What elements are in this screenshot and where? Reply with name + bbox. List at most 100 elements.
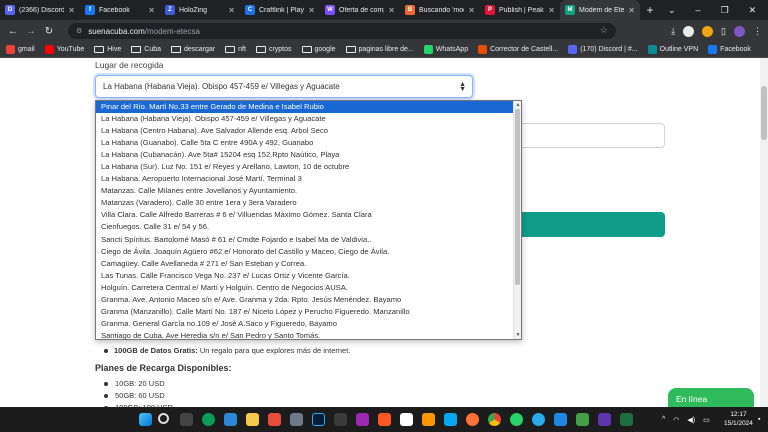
new-tab-button[interactable]: + (642, 3, 658, 17)
browser-tab[interactable]: M Modem de Etec ✕ (560, 0, 640, 20)
app-icon[interactable] (246, 413, 259, 426)
sidepanel-icon[interactable]: ▯ (721, 26, 726, 37)
pickup-option[interactable]: La Habana. Aeropuerto Internacional José… (96, 173, 521, 185)
bookmark-item[interactable]: WhatsApp (423, 45, 468, 54)
pickup-option[interactable]: Matanzas. Calle Milanes entre Jovellanos… (96, 185, 521, 197)
browser-tab[interactable]: D (2366) Discord | ✕ (0, 0, 80, 20)
browser-tab[interactable]: B Buscando 'mod ✕ (400, 0, 480, 20)
pickup-option[interactable]: Granma (Manzanillo). Calle Martí No. 187… (96, 306, 521, 318)
app-icon[interactable] (444, 413, 457, 426)
notifications-icon[interactable]: ▪ (758, 407, 760, 432)
restore-icon[interactable]: ❐ (721, 5, 729, 16)
pickup-option[interactable]: La Habana (Guanabo). Calle 5ta C entre 4… (96, 137, 521, 149)
address-bar[interactable]: ⚙ suenacuba.com/modem-etecsa ☆ (68, 23, 616, 39)
reload-icon[interactable]: ↻ (40, 26, 58, 37)
browser-tab[interactable]: f Facebook ✕ (80, 0, 160, 20)
app-icon[interactable] (576, 413, 589, 426)
extension-icon[interactable] (683, 25, 695, 37)
pickup-option[interactable]: Ciego de Ávila. Joaquín Agüero #62 e/ Ho… (96, 246, 521, 258)
chrome-icon[interactable] (488, 413, 501, 426)
pickup-option[interactable]: Holguín. Carretera Central e/ Martí y Ho… (96, 282, 521, 294)
options-scrollbar-thumb[interactable] (515, 109, 520, 285)
volume-icon[interactable]: ◀) (687, 416, 695, 424)
pickup-option[interactable]: Granma. General García no.109 e/ José A.… (96, 318, 521, 330)
pickup-option[interactable]: Cienfuegos. Calle 31 e/ 54 y 56. (96, 221, 521, 233)
close-window-icon[interactable]: ✕ (749, 5, 757, 16)
app-icon[interactable] (356, 413, 369, 426)
profile-avatar[interactable] (734, 25, 745, 37)
bookmark-item[interactable]: (170) Discord | #... (568, 45, 638, 54)
pickup-option[interactable]: La Habana (Sur). Luz No. 151 e/ Reyes y … (96, 161, 521, 173)
bookmark-item[interactable]: google (301, 46, 336, 53)
bookmark-item[interactable]: paginas libre de... (345, 46, 414, 53)
extension-icon[interactable] (702, 25, 714, 37)
tray-chevron-icon[interactable]: ^ (662, 416, 665, 423)
bookmark-item[interactable]: Facebook (708, 45, 751, 54)
browser-tab[interactable]: C Craftlink | Play Cr ✕ (240, 0, 320, 20)
app-icon[interactable] (334, 413, 347, 426)
browser-tab[interactable]: P Publish | PeakD ✕ (480, 0, 560, 20)
bookmark-item[interactable]: gmail (6, 45, 35, 54)
bookmark-item[interactable]: Outline VPN (647, 45, 698, 54)
tab-close-icon[interactable]: ✕ (228, 6, 235, 15)
pickup-option[interactable]: Las Tunas. Calle Francisco Vega No. 237 … (96, 270, 521, 282)
back-icon[interactable]: ← (4, 26, 22, 37)
vlc-icon[interactable] (422, 413, 435, 426)
pickup-option[interactable]: Santiago de Cuba. Ave Heredia s/n e/ San… (96, 330, 521, 339)
bookmark-item[interactable]: cryptos (255, 46, 292, 53)
tab-close-icon[interactable]: ✕ (68, 6, 75, 15)
search-icon[interactable] (158, 413, 169, 424)
pickup-option[interactable]: Granma. Ave. Antonio Maceo s/n e/ Ave. G… (96, 294, 521, 306)
scroll-up-icon[interactable]: ▲ (514, 102, 521, 108)
app-icon[interactable] (598, 413, 611, 426)
tab-close-icon[interactable]: ✕ (548, 6, 555, 15)
app-icon[interactable] (224, 413, 237, 426)
browser-tab[interactable]: Z HoloZing ✕ (160, 0, 240, 20)
forward-icon[interactable]: → (22, 26, 40, 37)
app-icon[interactable] (400, 413, 413, 426)
tab-close-icon[interactable]: ✕ (468, 6, 475, 15)
pickup-option[interactable]: Pinar del Río. Martí No.33 entre Gerado … (96, 101, 521, 114)
firefox-icon[interactable] (466, 413, 479, 426)
tab-close-icon[interactable]: ✕ (148, 6, 155, 15)
taskbar-clock[interactable]: 12:17 15/1/2024 (724, 410, 753, 428)
app-icon[interactable] (268, 413, 281, 426)
start-icon[interactable] (139, 413, 152, 426)
page-scrollbar-thumb[interactable] (761, 86, 767, 140)
pickup-option[interactable]: Matanzas (Varadero). Calle 30 entre 1era… (96, 197, 521, 209)
bookmark-item[interactable]: Hive (94, 46, 121, 53)
options-scrollbar[interactable]: ▲ ▼ (513, 101, 521, 339)
pickup-option[interactable]: Villa Clara. Calle Alfredo Barreras # 6 … (96, 209, 521, 221)
edge-icon[interactable] (202, 413, 215, 426)
chat-widget[interactable]: En línea (668, 388, 754, 407)
pickup-select[interactable]: La Habana (Habana Vieja). Obispo 457-459… (95, 75, 473, 98)
browser-tab[interactable]: W Oferta de compr ✕ (320, 0, 400, 20)
pickup-option[interactable]: La Habana (Centro Habana). Ave Salvador … (96, 125, 521, 137)
whatsapp-icon[interactable] (510, 413, 523, 426)
task-view-icon[interactable] (180, 413, 193, 426)
scroll-down-icon[interactable]: ▼ (514, 332, 521, 338)
app-icon[interactable] (378, 413, 391, 426)
bookmark-item[interactable]: Corrector de Castell... (478, 45, 558, 54)
minimize-icon[interactable]: – (696, 5, 701, 15)
battery-icon[interactable]: ▭ (703, 416, 710, 424)
bookmark-item[interactable]: nft (225, 46, 246, 53)
bookmark-item[interactable]: descargar (171, 46, 215, 53)
pickup-option[interactable]: Sancti Spíritus. Bartolomé Masó # 61 e/ … (96, 234, 521, 246)
pickup-option[interactable]: La Habana (Habana Vieja). Obispo 457-459… (96, 113, 521, 125)
bookmark-star-icon[interactable]: ☆ (600, 25, 608, 36)
site-info-icon[interactable]: ⚙ (76, 27, 82, 35)
app-icon[interactable] (554, 413, 567, 426)
app-icon[interactable] (290, 413, 303, 426)
bookmark-item[interactable]: YouTube (44, 45, 84, 54)
menu-icon[interactable]: ⋮ (753, 26, 762, 37)
pickup-option[interactable]: Camagüey. Calle Avellaneda # 271 e/ San … (96, 258, 521, 270)
tab-close-icon[interactable]: ✕ (388, 6, 395, 15)
tab-close-icon[interactable]: ✕ (628, 6, 635, 15)
tab-close-icon[interactable]: ✕ (308, 6, 315, 15)
excel-icon[interactable] (620, 413, 633, 426)
bookmark-item[interactable]: Cuba (131, 46, 161, 53)
pickup-options-list[interactable]: Pinar del Río. Martí No.33 entre Gerado … (95, 100, 522, 340)
page-scrollbar[interactable] (760, 58, 768, 407)
telegram-icon[interactable] (532, 413, 545, 426)
